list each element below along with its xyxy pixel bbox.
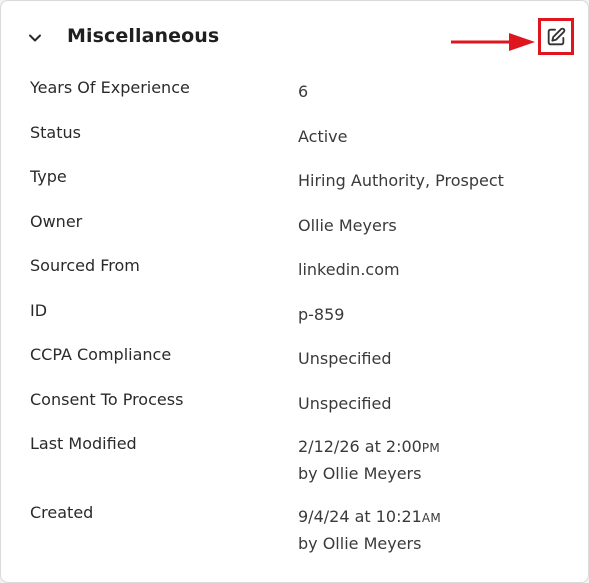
field-label-years-of-experience: Years Of Experience	[30, 78, 190, 97]
field-label-id: ID	[30, 301, 48, 320]
field-label-created: Created	[30, 503, 94, 522]
field-label-type: Type	[30, 167, 67, 186]
last-modified-datetime: 2/12/26 at 2:00	[298, 437, 422, 456]
miscellaneous-card: Miscellaneous Years Of Experience 6 Stat…	[0, 0, 589, 583]
created-datetime: 9/4/24 at 10:21	[298, 507, 422, 526]
field-list: Years Of Experience 6 Status Active Type…	[1, 1, 588, 582]
field-label-owner: Owner	[30, 212, 83, 231]
field-label-sourced-from: Sourced From	[30, 256, 140, 275]
field-value-consent-to-process: Unspecified	[298, 394, 392, 413]
field-label-ccpa-compliance: CCPA Compliance	[30, 345, 172, 364]
last-modified-ampm: PM	[421, 441, 441, 455]
created-ampm: AM	[421, 511, 442, 525]
field-value-created: 9/4/24 at 10:21AM by Ollie Meyers	[298, 504, 441, 556]
field-value-ccpa-compliance: Unspecified	[298, 349, 392, 368]
field-label-consent-to-process: Consent To Process	[30, 390, 184, 409]
field-label-last-modified: Last Modified	[30, 434, 137, 453]
created-by: by Ollie Meyers	[298, 534, 422, 553]
field-value-years-of-experience: 6	[298, 82, 309, 101]
field-value-status: Active	[298, 127, 348, 146]
field-value-sourced-from: linkedin.com	[298, 260, 400, 279]
field-value-owner: Ollie Meyers	[298, 216, 397, 235]
last-modified-by: by Ollie Meyers	[298, 464, 422, 483]
field-value-id: p-859	[298, 305, 345, 324]
field-value-last-modified: 2/12/26 at 2:00PM by Ollie Meyers	[298, 434, 440, 486]
field-value-type: Hiring Authority, Prospect	[298, 171, 504, 190]
field-label-status: Status	[30, 123, 81, 142]
